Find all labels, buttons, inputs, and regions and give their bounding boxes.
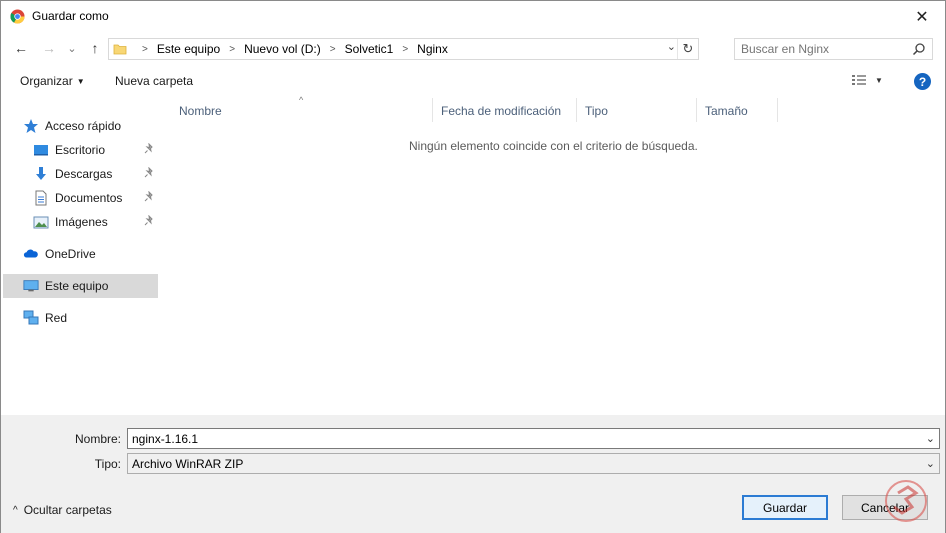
sidebar-item-onedrive[interactable]: OneDrive xyxy=(23,242,158,266)
sidebar-item-label: Descargas xyxy=(55,167,113,181)
chevron-right-icon[interactable]: > xyxy=(330,44,336,55)
sidebar-item-escritorio[interactable]: Escritorio xyxy=(33,138,158,162)
sidebar-item-label: Escritorio xyxy=(55,143,106,157)
file-name-value: nginx-1.16.1 xyxy=(132,432,199,446)
caret-down-icon: ▼ xyxy=(76,77,85,86)
sidebar-item-red[interactable]: Red xyxy=(23,306,158,330)
save-options-panel: Nombre: nginx-1.16.1 ⌄ Tipo: Archivo Win… xyxy=(1,415,945,533)
search-input[interactable] xyxy=(741,41,901,57)
organize-label: Organizar xyxy=(20,74,73,88)
pin-icon[interactable] xyxy=(143,191,155,203)
breadcrumb-item[interactable]: Este equipo xyxy=(157,42,220,56)
breadcrumb: > Este equipo > Nuevo vol (D:) > Solveti… xyxy=(133,42,448,56)
hide-folders-button[interactable]: ^ Ocultar carpetas xyxy=(13,503,112,517)
pin-icon[interactable] xyxy=(143,143,155,155)
organize-menu-button[interactable]: Organizar ▼ xyxy=(20,74,85,88)
network-icon xyxy=(23,310,39,326)
help-icon[interactable]: ? xyxy=(914,73,931,90)
sidebar-item-label: Acceso rápido xyxy=(45,119,122,133)
file-name-field[interactable]: nginx-1.16.1 ⌄ xyxy=(127,428,940,449)
sidebar-item-quick-access[interactable]: Acceso rápido xyxy=(23,114,153,138)
command-bar: Organizar ▼ Nueva carpeta ▼ ? xyxy=(1,67,945,95)
navigation-row: ← → ⌄ ↑ > Este equipo > Nuevo vol (D:) >… xyxy=(1,32,945,64)
up-button[interactable]: ↑ xyxy=(87,39,103,57)
chevron-right-icon: > xyxy=(142,43,148,55)
sidebar-item-label: Este equipo xyxy=(45,279,109,293)
address-bar[interactable]: > Este equipo > Nuevo vol (D:) > Solveti… xyxy=(108,38,699,60)
breadcrumb-item[interactable]: Nuevo vol (D:) xyxy=(244,42,321,56)
chevron-down-icon[interactable]: ⌄ xyxy=(926,457,935,470)
breadcrumb-item[interactable]: Solvetic1 xyxy=(345,42,394,56)
file-type-label: Tipo: xyxy=(94,457,121,471)
details-view-icon xyxy=(852,75,866,85)
search-box[interactable] xyxy=(734,38,933,60)
folder-icon xyxy=(113,44,127,55)
close-button[interactable]: ✕ xyxy=(899,1,945,32)
view-options-button[interactable]: ▼ xyxy=(851,73,883,87)
sidebar-item-label: Imágenes xyxy=(55,215,108,229)
navigation-pane: Acceso rápido Escritorio Descargas Docum… xyxy=(1,98,161,414)
sidebar-item-imagenes[interactable]: Imágenes xyxy=(33,210,158,234)
file-name-label: Nombre: xyxy=(74,432,121,446)
chevron-right-icon[interactable]: > xyxy=(402,44,408,55)
caret-down-icon: ▼ xyxy=(875,75,883,85)
sidebar-item-label: Documentos xyxy=(55,191,123,205)
sidebar-item-label: OneDrive xyxy=(45,247,96,261)
column-header-fecha[interactable]: Fecha de modificación xyxy=(433,98,577,122)
sidebar-item-este-equipo[interactable]: Este equipo xyxy=(3,274,158,298)
title-bar: Guardar como ✕ xyxy=(1,1,945,32)
chevron-up-icon: ^ xyxy=(13,504,18,516)
new-folder-button[interactable]: Nueva carpeta xyxy=(115,74,193,88)
hide-folders-label: Ocultar carpetas xyxy=(23,503,112,517)
pin-icon[interactable] xyxy=(143,167,155,179)
save-button[interactable]: Guardar xyxy=(742,495,828,520)
star-icon xyxy=(23,118,39,134)
sidebar-item-descargas[interactable]: Descargas xyxy=(33,162,158,186)
pictures-icon xyxy=(33,214,49,230)
column-header-tamano[interactable]: Tamaño xyxy=(697,98,778,122)
window-title: Guardar como xyxy=(32,9,109,23)
watermark-logo xyxy=(885,480,927,522)
forward-button[interactable]: → xyxy=(41,39,57,57)
column-headers: Nombre Fecha de modificación Tipo Tamaño xyxy=(171,98,945,122)
search-icon xyxy=(912,43,925,56)
save-as-dialog: Guardar como ✕ ← → ⌄ ↑ > Este equipo > N… xyxy=(0,0,946,533)
empty-state-message: Ningún elemento coincide con el criterio… xyxy=(409,139,698,153)
back-button[interactable]: ← xyxy=(13,39,29,57)
breadcrumb-item[interactable]: Nginx xyxy=(417,42,448,56)
download-icon xyxy=(33,166,49,182)
chevron-down-icon[interactable]: ⌄ xyxy=(926,432,935,445)
recent-locations-button[interactable]: ⌄ xyxy=(66,39,78,57)
document-icon xyxy=(33,190,49,206)
onedrive-cloud-icon xyxy=(23,246,39,262)
desktop-icon xyxy=(33,142,49,158)
refresh-button[interactable]: ↻ xyxy=(677,39,698,59)
computer-icon xyxy=(23,278,39,294)
pin-icon[interactable] xyxy=(143,215,155,227)
address-dropdown-button[interactable]: ⌄ xyxy=(667,40,676,53)
file-type-value: Archivo WinRAR ZIP xyxy=(132,457,244,471)
column-header-tipo[interactable]: Tipo xyxy=(577,98,697,122)
chevron-right-icon[interactable]: > xyxy=(229,44,235,55)
sidebar-item-label: Red xyxy=(45,311,68,325)
column-header-nombre[interactable]: Nombre xyxy=(171,98,433,122)
sidebar-item-documentos[interactable]: Documentos xyxy=(33,186,158,210)
file-type-select[interactable]: Archivo WinRAR ZIP ⌄ xyxy=(127,453,940,474)
chrome-icon xyxy=(10,9,25,24)
